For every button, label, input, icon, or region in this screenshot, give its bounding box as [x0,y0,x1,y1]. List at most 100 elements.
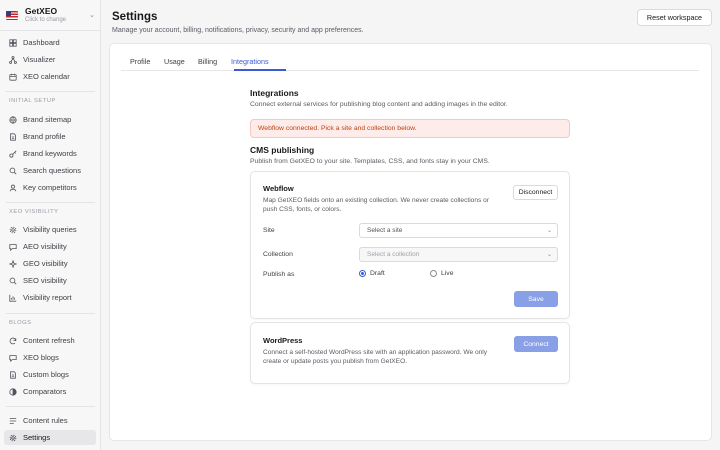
page-title: Settings [112,11,158,23]
cms-publishing-title: CMS publishing [250,145,315,155]
site-select[interactable]: Select a site ⌄ [359,223,558,238]
sidebar-divider [6,406,95,407]
sidebar-item-brand-keywords[interactable]: Brand keywords [4,146,96,161]
sidebar-item-settings[interactable]: Settings [4,430,96,445]
gear-icon [8,433,17,442]
sidebar-item-visibility-queries[interactable]: Visibility queries [4,222,96,237]
compare-icon [8,387,17,396]
reset-workspace-button[interactable]: Reset workspace [637,9,712,26]
integrations-title: Integrations [250,88,299,98]
wordpress-description-line1: Connect a self-hosted WordPress site wit… [263,349,488,356]
integrations-description: Connect external services for publishing… [250,101,508,108]
sidebar-item-key-competitors[interactable]: Key competitors [4,180,96,195]
save-button[interactable]: Save [514,291,558,307]
chevron-down-icon: ⌄ [89,12,95,19]
sidebar-item-xeo-blogs[interactable]: XEO blogs [4,350,96,365]
sidebar-item-label: Search questions [23,166,81,175]
webflow-description-line1: Map GetXEO fields onto an existing colle… [263,197,490,204]
chat-icon [8,353,17,362]
tab-integrations[interactable]: Integrations [231,57,269,66]
cms-publishing-description: Publish from GetXEO to your site. Templa… [250,158,490,165]
tab-usage[interactable]: Usage [164,57,185,66]
sidebar-item-seo-visibility[interactable]: SEO visibility [4,273,96,288]
sidebar-item-label: AEO visibility [23,242,67,251]
sidebar-item-label: SEO visibility [23,276,67,285]
sidebar-item-brand-profile[interactable]: Brand profile [4,129,96,144]
workspace-name: GetXEO [25,6,58,16]
live-label: Live [441,270,454,277]
chat-icon [8,242,17,251]
section-title-initial-setup: INITIAL SETUP [9,98,56,104]
disconnect-button[interactable]: Disconnect [513,185,558,200]
settings-tabs: Profile Usage Billing Integrations [121,52,699,71]
sidebar-item-dashboard[interactable]: Dashboard [4,35,96,50]
sidebar-item-label: Brand sitemap [23,115,72,124]
sidebar-item-label: Visibility queries [23,225,77,234]
sidebar-item-visualizer[interactable]: Visualizer [4,52,96,67]
collection-select-value: Select a collection [367,251,420,258]
sidebar-item-visibility-report[interactable]: Visibility report [4,290,96,305]
sidebar-item-label: Settings [23,433,51,442]
chevron-down-icon: ⌄ [546,252,552,258]
sidebar-divider [6,313,95,314]
sidebar-item-brand-sitemap[interactable]: Brand sitemap [4,112,96,127]
radio-selected-icon [359,270,366,277]
gear-icon [8,225,17,234]
publish-live-radio[interactable]: Live [430,270,453,277]
sidebar-item-label: Visualizer [23,55,56,64]
sidebar-item-label: Brand profile [23,132,66,141]
publish-as-label: Publish as [263,271,295,278]
sidebar-item-custom-blogs[interactable]: Custom blogs [4,367,96,382]
globe-icon [8,115,17,124]
workspace-subtitle: Click to change [25,17,67,23]
tab-billing[interactable]: Billing [198,57,217,66]
chart-icon [8,293,17,302]
chevron-down-icon: ⌄ [546,228,552,234]
sidebar-item-label: Content refresh [23,336,75,345]
refresh-icon [8,336,17,345]
page-subtitle: Manage your account, billing, notificati… [112,27,364,34]
sidebar-item-content-rules[interactable]: Content rules [4,413,96,428]
sidebar-item-search-questions[interactable]: Search questions [4,163,96,178]
wordpress-title: WordPress [263,336,303,345]
sidebar-item-label: Comparators [23,387,67,396]
sidebar-item-label: GEO visibility [23,259,68,268]
sidebar-item-label: Content rules [23,416,68,425]
webflow-card: Webflow Map GetXEO fields onto an existi… [250,171,570,319]
user-icon [8,183,17,192]
radio-unselected-icon [430,270,437,277]
sidebar-divider [6,202,95,203]
sidebar-item-label: Brand keywords [23,149,77,158]
dashboard-icon [8,38,17,47]
connect-button[interactable]: Connect [514,336,558,352]
site-label: Site [263,227,275,234]
sidebar-item-label: XEO calendar [23,72,70,81]
tab-profile[interactable]: Profile [130,57,150,66]
sparkle-icon [8,259,17,268]
collection-label: Collection [263,251,293,258]
sidebar-item-xeo-calendar[interactable]: XEO calendar [4,69,96,84]
webflow-title: Webflow [263,184,294,193]
sidebar-item-label: Custom blogs [23,370,69,379]
search-icon [8,166,17,175]
sidebar-item-aeo-visibility[interactable]: AEO visibility [4,239,96,254]
active-tab-indicator [234,69,286,71]
sidebar-item-geo-visibility[interactable]: GEO visibility [4,256,96,271]
webflow-description-line2: push CSS, fonts, or colors. [263,206,342,213]
section-title-xeo-visibility: XEO VISIBILITY [9,209,59,215]
document-icon [8,132,17,141]
section-title-blogs: BLOGS [9,320,32,326]
search-icon [8,276,17,285]
calendar-icon [8,72,17,81]
settings-panel: Profile Usage Billing Integrations Integ… [109,43,712,441]
rules-icon [8,416,17,425]
workspace-switcher[interactable]: GetXEO Click to change ⌄ [0,0,101,31]
sidebar-divider [6,91,95,92]
sidebar-item-content-refresh[interactable]: Content refresh [4,333,96,348]
document-icon [8,370,17,379]
sidebar-item-comparators[interactable]: Comparators [4,384,96,399]
draft-label: Draft [370,270,385,277]
us-flag-icon [6,10,18,20]
publish-draft-radio[interactable]: Draft [359,270,385,277]
collection-select[interactable]: Select a collection ⌄ [359,247,558,262]
